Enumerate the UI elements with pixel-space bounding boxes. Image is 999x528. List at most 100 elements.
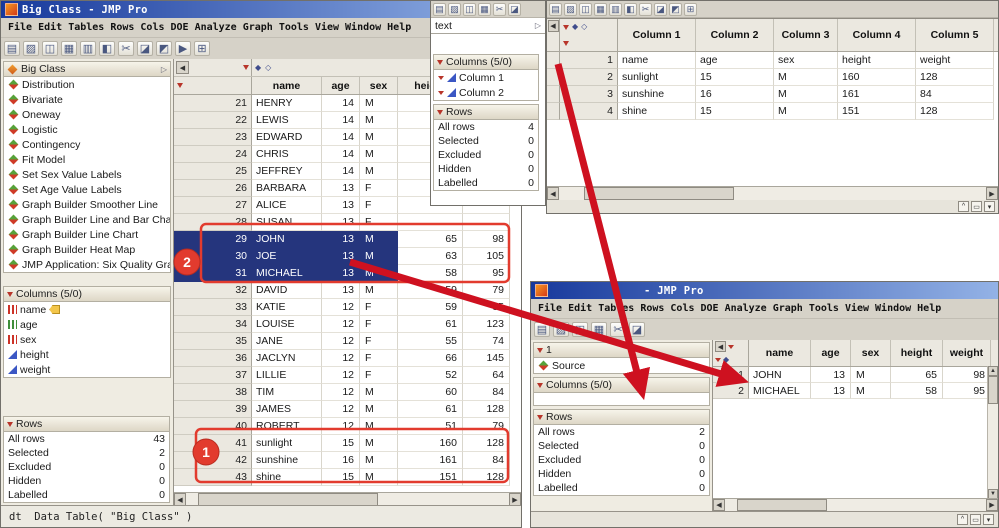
script-item[interactable]: Bivariate bbox=[4, 92, 170, 107]
toolbar-icon[interactable]: ◪ bbox=[654, 2, 667, 16]
menu-item[interactable]: Help bbox=[914, 301, 944, 316]
toolbar-icon[interactable]: ◫ bbox=[579, 2, 592, 16]
menu-item[interactable]: File bbox=[535, 301, 565, 316]
table-row[interactable]: 43 shine 15 M 151 128 bbox=[174, 469, 521, 486]
script-item[interactable]: Contingency bbox=[4, 137, 170, 152]
table-row[interactable]: 41 sunlight 15 M 160 128 bbox=[174, 435, 521, 452]
column-header[interactable]: age bbox=[322, 77, 360, 94]
script-item[interactable]: Oneway bbox=[4, 107, 170, 122]
rows-red-triangle-icon[interactable] bbox=[177, 83, 183, 88]
script-item[interactable]: Graph Builder Heat Map bbox=[4, 242, 170, 257]
toolbar-icon[interactable]: ◫ bbox=[42, 41, 58, 56]
column-header[interactable]: Column 2 bbox=[696, 19, 774, 51]
toolbar-icon[interactable]: ◧ bbox=[99, 41, 115, 56]
columns-panel-header[interactable]: Columns (5/0) bbox=[434, 55, 538, 70]
table-row[interactable]: 2 sunlight 15 M 160 128 bbox=[547, 69, 998, 86]
menu-item[interactable]: Edit bbox=[35, 20, 65, 35]
column-header[interactable]: weight bbox=[943, 340, 991, 366]
column-item[interactable]: name bbox=[4, 302, 170, 317]
table-row[interactable]: 4 shine 15 M 151 128 bbox=[547, 103, 998, 120]
menu-item[interactable]: Window bbox=[342, 20, 384, 35]
window-control-icon[interactable]: ^ bbox=[958, 201, 969, 212]
menu-item[interactable]: Analyze bbox=[192, 20, 240, 35]
toolbar-icon[interactable]: ▤ bbox=[433, 2, 446, 16]
script-item[interactable]: Graph Builder Smoother Line bbox=[4, 197, 170, 212]
columns-panel-header[interactable]: Columns (5/0) bbox=[4, 287, 170, 302]
table-row[interactable]: 32 DAVID 13 M 59 79 bbox=[174, 282, 521, 299]
menu-item[interactable]: Rows bbox=[107, 20, 137, 35]
window-control-icon[interactable]: ▭ bbox=[970, 514, 981, 525]
scroll-left-button[interactable]: ◀ bbox=[547, 20, 559, 32]
table-row[interactable]: 31 MICHAEL 13 M 58 95 bbox=[174, 265, 521, 282]
menu-item[interactable]: Tables bbox=[65, 20, 107, 35]
rows-red-triangle-icon[interactable] bbox=[715, 357, 721, 362]
toolbar-icon[interactable]: ◩ bbox=[156, 41, 172, 56]
menu-item[interactable]: Window bbox=[872, 301, 914, 316]
table-row[interactable]: 38 TIM 12 M 60 84 bbox=[174, 384, 521, 401]
table-row[interactable]: 33 KATIE 12 F 59 95 bbox=[174, 299, 521, 316]
column-header[interactable]: Column 4 bbox=[838, 19, 916, 51]
row-state-diamond-icon[interactable]: ◆ bbox=[572, 23, 578, 31]
script-item[interactable]: Distribution bbox=[4, 77, 170, 92]
table-row[interactable]: 34 LOUISE 12 F 61 123 bbox=[174, 316, 521, 333]
row-state-diamond-icon[interactable]: ◆ bbox=[723, 355, 729, 364]
table-row[interactable]: 2 MICHAEL 13 M 58 95 bbox=[713, 383, 998, 399]
toolbar-icon[interactable]: ◪ bbox=[137, 41, 153, 56]
text-panel-header[interactable]: text ▷ bbox=[431, 18, 545, 34]
toolbar-icon[interactable]: ⊞ bbox=[194, 41, 210, 56]
toolbar-icon[interactable]: ▨ bbox=[448, 2, 461, 16]
row-state-diamond-open-icon[interactable]: ◇ bbox=[581, 23, 587, 31]
scroll-left-button[interactable]: ◀ bbox=[176, 61, 189, 74]
menu-item[interactable]: Analyze bbox=[722, 301, 770, 316]
row-state-diamond-open-icon[interactable]: ◇ bbox=[265, 63, 271, 72]
toolbar-icon[interactable]: ◪ bbox=[629, 322, 645, 337]
toolbar-icon[interactable]: ▦ bbox=[594, 2, 607, 16]
table-row[interactable]: 29 JOHN 13 M 65 98 bbox=[174, 231, 521, 248]
column-header[interactable]: height bbox=[891, 340, 943, 366]
scroll-up-button[interactable]: ▲ bbox=[988, 366, 998, 376]
scroll-left-button[interactable]: ◀ bbox=[547, 187, 559, 200]
toolbar-icon[interactable]: ◪ bbox=[508, 2, 521, 16]
rows-panel-header[interactable]: Rows bbox=[534, 410, 709, 425]
scroll-left-button[interactable]: ◀ bbox=[715, 341, 726, 352]
table-row[interactable]: 1 JOHN 13 M 65 98 bbox=[713, 367, 998, 383]
expand-right-icon[interactable]: ▷ bbox=[161, 65, 167, 74]
toolbar-icon[interactable]: ✂ bbox=[610, 322, 626, 337]
table-row[interactable]: 42 sunshine 16 M 161 84 bbox=[174, 452, 521, 469]
table-row[interactable]: 3 sunshine 16 M 161 84 bbox=[547, 86, 998, 103]
column-header[interactable]: name bbox=[252, 77, 322, 94]
menu-item[interactable]: View bbox=[312, 20, 342, 35]
titlebar[interactable]: - JMP Pro bbox=[531, 282, 998, 299]
row-number-header[interactable] bbox=[174, 77, 252, 94]
table-row[interactable]: 30 JOE 13 M 63 105 bbox=[174, 248, 521, 265]
table-row[interactable]: 40 ROBERT 12 M 51 79 bbox=[174, 418, 521, 435]
toolbar-icon[interactable]: ✂ bbox=[639, 2, 652, 16]
toolbar-icon[interactable]: ▦ bbox=[478, 2, 491, 16]
horizontal-scrollbar[interactable]: ◀ ▶ bbox=[713, 498, 998, 511]
scroll-right-button[interactable]: ▶ bbox=[986, 499, 998, 511]
toolbar-icon[interactable]: ▥ bbox=[80, 41, 96, 56]
toolbar-icon[interactable]: ▤ bbox=[534, 322, 550, 337]
menu-item[interactable]: Cols bbox=[667, 301, 697, 316]
horizontal-scrollbar[interactable]: ◀ ▶ bbox=[174, 492, 521, 506]
table-row[interactable]: 39 JAMES 12 M 61 128 bbox=[174, 401, 521, 418]
toolbar-icon[interactable]: ▨ bbox=[564, 2, 577, 16]
toolbar-icon[interactable]: ◫ bbox=[572, 322, 588, 337]
scroll-left-button[interactable]: ◀ bbox=[713, 499, 725, 511]
toolbar-icon[interactable]: ▨ bbox=[553, 322, 569, 337]
vertical-scrollbar[interactable]: ▲ ▼ bbox=[987, 366, 998, 499]
script-item[interactable]: JMP Application: Six Quality Graph bbox=[4, 257, 170, 272]
script-item[interactable]: Graph Builder Line Chart bbox=[4, 227, 170, 242]
menu-item[interactable]: Rows bbox=[637, 301, 667, 316]
column-header[interactable]: sex bbox=[851, 340, 891, 366]
column-item[interactable]: Column 1 bbox=[434, 70, 538, 85]
menu-item[interactable]: Tables bbox=[595, 301, 637, 316]
rows-panel-header[interactable]: Rows bbox=[434, 105, 538, 120]
table-red-triangle-icon[interactable] bbox=[243, 65, 249, 70]
rows-red-triangle-icon[interactable] bbox=[563, 40, 569, 46]
column-item[interactable]: age bbox=[4, 317, 170, 332]
script-item[interactable]: Set Age Value Labels bbox=[4, 182, 170, 197]
column-item[interactable]: height bbox=[4, 347, 170, 362]
toolbar-icon[interactable]: ▦ bbox=[61, 41, 77, 56]
table-panel-header[interactable]: Big Class ▷ bbox=[4, 62, 170, 77]
